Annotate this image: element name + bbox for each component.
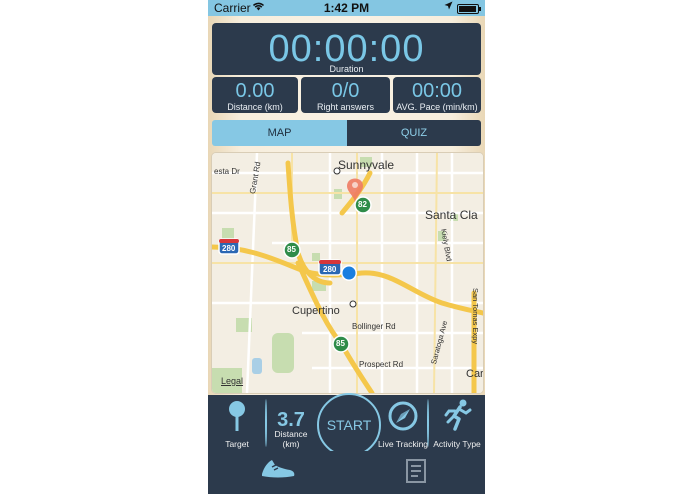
shield-85-bottom-label: 85	[336, 339, 345, 348]
status-bar: Carrier 1:42 PM	[208, 0, 485, 16]
map-label-bollinger-rd: Bollinger Rd	[352, 322, 396, 331]
tab-quiz[interactable]: QUIZ	[347, 120, 481, 146]
map-label-sunnyvale: Sunnyvale	[338, 158, 395, 172]
distance-label: Distance (km)	[227, 102, 283, 112]
compass-icon	[388, 401, 418, 436]
map-label-car: Car	[466, 368, 484, 380]
phone-screen: Carrier 1:42 PM 00:00:00 Duration 0.00 D…	[208, 0, 485, 494]
distance-target-label: Distance (km)	[274, 429, 308, 449]
map-label-san-tomas-expy: San Tomas Expy	[471, 288, 480, 345]
shoe-icon	[260, 457, 296, 486]
activity-type-label: Activity Type	[433, 439, 481, 449]
answers-value: 0/0	[331, 80, 360, 102]
map-label-cupertino: Cupertino	[292, 305, 340, 317]
map-label-santa-clara: Santa Cla	[425, 208, 478, 222]
pin-icon	[225, 400, 249, 439]
map-label-esta-dr: esta Dr	[214, 167, 240, 176]
tab-history[interactable]	[402, 451, 432, 494]
tab-map[interactable]: MAP	[212, 120, 347, 146]
distance-panel: 0.00 Distance (km)	[212, 77, 298, 113]
legal-link[interactable]: Legal	[221, 376, 243, 386]
tab-bar	[208, 451, 485, 494]
target-button[interactable]: Target	[208, 395, 266, 451]
battery-icon	[457, 4, 481, 14]
pace-panel: 00:00 AVG. Pace (min/km)	[393, 77, 481, 113]
map-label-prospect-rd: Prospect Rd	[359, 360, 404, 369]
map-view[interactable]: Sunnyvale Santa Cla Cupertino esta Dr Gr…	[211, 152, 484, 394]
start-button[interactable]: START	[317, 393, 381, 457]
activity-type-button[interactable]: Activity Type	[429, 395, 485, 451]
pace-label: AVG. Pace (min/km)	[396, 102, 478, 112]
shield-280-center-label: 280	[323, 265, 337, 274]
live-tracking-button[interactable]: Live Tracking	[377, 395, 429, 451]
pace-value: 00:00	[411, 80, 463, 102]
shield-85-top-label: 85	[287, 245, 296, 254]
list-document-icon	[406, 459, 428, 490]
duration-label: Duration	[329, 64, 364, 74]
answers-panel: 0/0 Right answers	[301, 77, 390, 113]
target-label: Target	[225, 439, 249, 449]
live-tracking-label: Live Tracking	[377, 439, 429, 449]
answers-label: Right answers	[316, 102, 375, 112]
duration-panel: 00:00:00 Duration	[212, 23, 481, 75]
runner-icon	[443, 399, 473, 436]
action-toolbar: Target 3.7 Distance (km) START Live Trac…	[208, 393, 485, 457]
location-arrow-icon	[444, 1, 453, 13]
tab-run[interactable]	[256, 451, 300, 494]
shield-82-label: 82	[358, 200, 367, 209]
view-switcher: MAP QUIZ	[212, 120, 481, 146]
distance-target-button[interactable]: 3.7 Distance (km)	[266, 395, 316, 451]
shield-280-left-label: 280	[222, 244, 236, 253]
distance-value: 0.00	[235, 80, 275, 102]
